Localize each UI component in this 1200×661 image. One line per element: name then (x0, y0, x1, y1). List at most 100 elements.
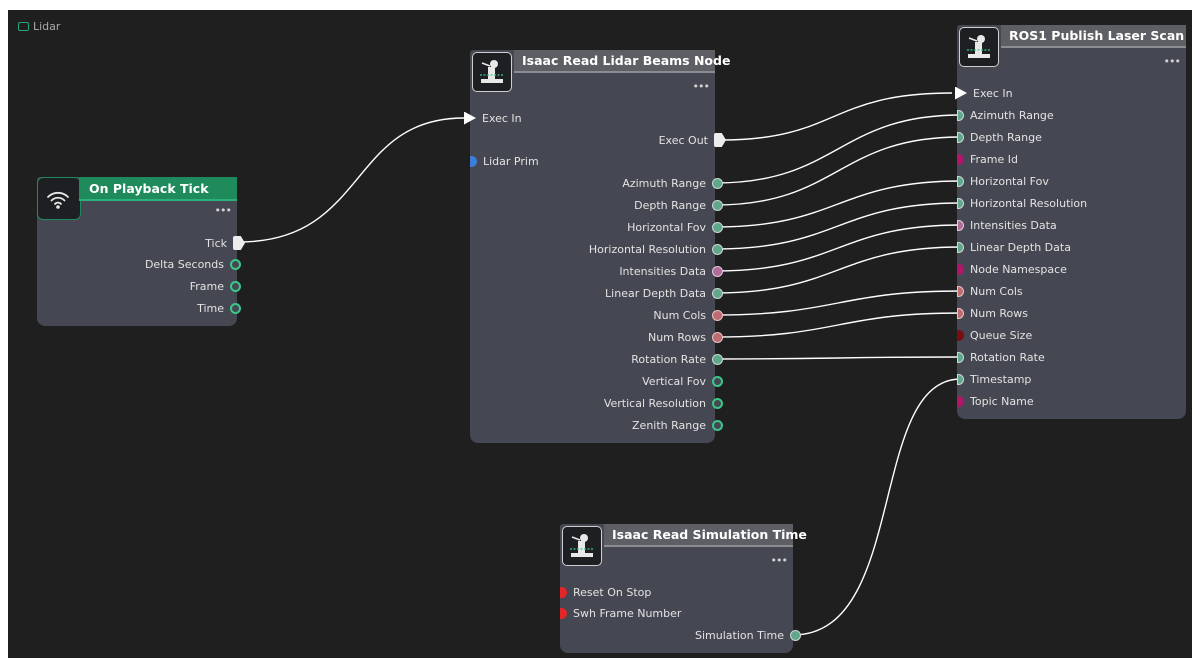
port-vertical-resolution[interactable]: Vertical Resolution (604, 393, 723, 413)
port-label: Queue Size (970, 328, 1033, 342)
input-pin[interactable] (957, 285, 964, 297)
port-label: Swh Frame Number (573, 606, 682, 620)
output-pin[interactable] (712, 177, 723, 189)
port-frame-id[interactable]: Frame Id (957, 149, 1018, 169)
port-horizontal-resolution[interactable]: Horizontal Resolution (589, 239, 723, 259)
port-rotation-rate[interactable]: Rotation Rate (957, 347, 1045, 367)
node-ros1-publish-laser-scan[interactable]: ROS1 Publish Laser Scan ••• Exec In Azim… (955, 25, 1186, 419)
port-lidar-prim[interactable]: Lidar Prim (470, 151, 539, 171)
node-on-playback-tick[interactable]: On Playback Tick ••• Tick Delta Seconds … (37, 177, 245, 326)
graph-title: Lidar (18, 20, 60, 33)
port-exec-out[interactable]: Exec Out (659, 130, 726, 150)
input-pin[interactable] (957, 153, 964, 165)
input-pin[interactable] (957, 131, 964, 143)
output-pin[interactable] (712, 243, 723, 255)
port-num-cols[interactable]: Num Cols (653, 305, 723, 325)
port-topic-name[interactable]: Topic Name (957, 391, 1034, 411)
port-depth-range[interactable]: Depth Range (957, 127, 1042, 147)
exec-in-pin[interactable] (955, 86, 967, 100)
input-pin[interactable] (957, 395, 964, 407)
input-pin[interactable] (560, 607, 567, 619)
output-pin[interactable] (712, 221, 723, 233)
port-label: Exec Out (658, 133, 708, 147)
port-label: Zenith Range (632, 418, 706, 432)
node-menu-button[interactable]: ••• (693, 80, 710, 93)
input-pin[interactable] (957, 175, 964, 187)
output-pin[interactable] (712, 331, 723, 343)
output-pin[interactable] (712, 287, 723, 299)
input-pin[interactable] (957, 329, 964, 341)
port-label: Exec In (973, 86, 1013, 100)
port-vertical-fov[interactable]: Vertical Fov (642, 371, 723, 391)
node-title: ROS1 Publish Laser Scan (1009, 28, 1185, 43)
input-pin[interactable] (957, 197, 964, 209)
input-pin[interactable] (957, 307, 964, 319)
port-tick[interactable]: Tick (205, 233, 245, 253)
port-frame[interactable]: Frame (190, 276, 241, 296)
port-horizontal-resolution[interactable]: Horizontal Resolution (957, 193, 1087, 213)
port-horizontal-fov[interactable]: Horizontal Fov (957, 171, 1049, 191)
port-azimuth-range[interactable]: Azimuth Range (622, 173, 723, 193)
port-num-cols[interactable]: Num Cols (957, 281, 1023, 301)
output-pin[interactable] (712, 419, 723, 431)
port-rotation-rate[interactable]: Rotation Rate (631, 349, 723, 369)
port-num-rows[interactable]: Num Rows (648, 327, 723, 347)
port-zenith-range[interactable]: Zenith Range (632, 415, 723, 435)
port-depth-range[interactable]: Depth Range (634, 195, 723, 215)
port-intensities-data[interactable]: Intensities Data (957, 215, 1057, 235)
port-horizontal-fov[interactable]: Horizontal Fov (627, 217, 723, 237)
port-time[interactable]: Time (197, 298, 241, 318)
node-title: On Playback Tick (89, 181, 209, 196)
port-label: Vertical Fov (642, 374, 706, 388)
port-exec-in[interactable]: Exec In (464, 108, 522, 128)
input-pin[interactable] (560, 586, 567, 598)
output-pin[interactable] (712, 353, 723, 365)
port-delta-seconds[interactable]: Delta Seconds (145, 254, 241, 274)
port-timestamp[interactable]: Timestamp (957, 369, 1031, 389)
port-swh-frame-number[interactable]: Swh Frame Number (560, 603, 681, 623)
port-queue-size[interactable]: Queue Size (957, 325, 1032, 345)
node-read-simulation-time[interactable]: Isaac Read Simulation Time ••• Reset On … (560, 524, 807, 653)
port-label: Num Cols (970, 284, 1023, 298)
exec-out-pin[interactable] (714, 133, 726, 147)
port-node-namespace[interactable]: Node Namespace (957, 259, 1067, 279)
node-menu-button[interactable]: ••• (771, 554, 788, 567)
port-linear-depth-data[interactable]: Linear Depth Data (957, 237, 1071, 257)
output-pin[interactable] (712, 265, 723, 277)
port-label: Time (197, 301, 224, 315)
port-simulation-time[interactable]: Simulation Time (695, 625, 801, 645)
port-intensities-data[interactable]: Intensities Data (619, 261, 723, 281)
graph-canvas[interactable]: Lidar On Playback Tick ••• Tick Delta Se… (8, 10, 1192, 658)
output-pin[interactable] (712, 309, 723, 321)
output-pin[interactable] (230, 302, 241, 314)
output-pin[interactable] (712, 199, 723, 211)
port-label: Num Cols (653, 308, 706, 322)
input-pin[interactable] (957, 219, 964, 231)
port-reset-on-stop[interactable]: Reset On Stop (560, 582, 651, 602)
input-pin[interactable] (957, 373, 964, 385)
input-pin[interactable] (957, 263, 964, 275)
output-pin[interactable] (230, 280, 241, 292)
input-pin[interactable] (957, 109, 964, 121)
node-menu-button[interactable]: ••• (215, 204, 232, 217)
port-exec-in[interactable]: Exec In (955, 83, 1013, 103)
graph-icon (18, 22, 29, 31)
robot-icon (959, 27, 999, 67)
input-pin[interactable] (957, 351, 964, 363)
exec-in-pin[interactable] (464, 111, 476, 125)
input-pin[interactable] (470, 155, 477, 167)
port-label: Horizontal Fov (970, 174, 1049, 188)
output-pin[interactable] (230, 258, 241, 270)
output-pin[interactable] (790, 629, 801, 641)
node-read-lidar-beams[interactable]: Isaac Read Lidar Beams Node ••• Exec In … (464, 50, 730, 443)
port-linear-depth-data[interactable]: Linear Depth Data (605, 283, 723, 303)
robot-icon (472, 52, 512, 92)
port-azimuth-range[interactable]: Azimuth Range (957, 105, 1054, 125)
exec-out-pin[interactable] (233, 236, 245, 250)
input-pin[interactable] (957, 241, 964, 253)
output-pin[interactable] (712, 375, 723, 387)
node-menu-button[interactable]: ••• (1164, 55, 1181, 68)
port-label: Depth Range (970, 130, 1042, 144)
output-pin[interactable] (712, 397, 723, 409)
port-num-rows[interactable]: Num Rows (957, 303, 1028, 323)
